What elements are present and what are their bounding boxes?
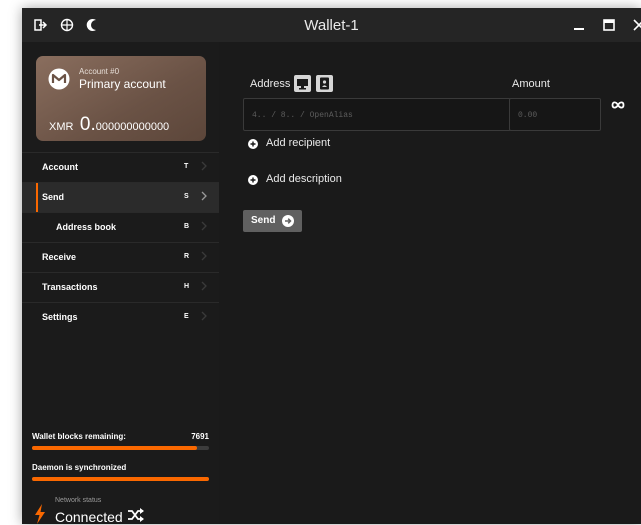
balance: XMR 0.000000000000 — [49, 114, 169, 136]
send-button[interactable]: Send — [243, 210, 302, 232]
sidebar-item-label: Transactions — [42, 282, 98, 292]
close-icon[interactable] — [630, 16, 641, 34]
account-name: Primary account — [79, 77, 166, 91]
amount-label: Amount — [512, 78, 550, 90]
shortcut-key: S — [184, 193, 189, 200]
sidebar-nav: Account T Send S Address book B Receive … — [22, 152, 219, 332]
add-circle-icon — [248, 139, 258, 149]
title-bar: Wallet-1 — [22, 8, 641, 42]
infinity-icon[interactable] — [611, 100, 625, 110]
amount-input[interactable]: 0.00 — [509, 98, 601, 131]
wallet-sync-progress-fill — [32, 446, 197, 450]
chevron-right-icon — [201, 161, 207, 171]
balance-decimal: 000000000000 — [95, 121, 170, 133]
chevron-right-icon — [201, 281, 207, 291]
send-panel: Address Amount 4.. / 8.. / OpenAlias 0.0… — [219, 42, 641, 524]
sidebar-item-label: Account — [42, 162, 78, 172]
balance-integer: 0. — [79, 114, 96, 135]
chevron-right-icon — [201, 251, 207, 261]
maximize-icon[interactable] — [600, 16, 618, 34]
desktop-qr-button[interactable] — [294, 75, 311, 92]
account-number: Account #0 — [79, 67, 120, 76]
sidebar-item-label: Settings — [42, 312, 78, 322]
account-card[interactable]: Account #0 Primary account XMR 0.0000000… — [36, 56, 206, 141]
add-recipient-link[interactable]: Add recipient — [266, 137, 330, 149]
shortcut-key: H — [184, 283, 190, 290]
sidebar-item-address-book[interactable]: Address book B — [22, 212, 219, 242]
chevron-right-icon — [201, 311, 207, 321]
sidebar-item-label: Send — [42, 192, 65, 202]
network-status-value: Connected — [55, 509, 123, 525]
sidebar-item-label: Address book — [56, 222, 117, 232]
shortcut-key: B — [184, 223, 190, 230]
sidebar-item-account[interactable]: Account T — [22, 152, 219, 182]
wallet-blocks-label: Wallet blocks remaining: — [32, 432, 126, 441]
add-circle-icon — [248, 175, 258, 185]
shortcut-key: R — [184, 253, 190, 260]
minimize-icon[interactable] — [570, 16, 588, 34]
sidebar-item-settings[interactable]: Settings E — [22, 302, 219, 332]
address-input[interactable]: 4.. / 8.. / OpenAlias — [243, 98, 511, 131]
sidebar-item-transactions[interactable]: Transactions H — [22, 272, 219, 302]
monitor-icon — [297, 79, 308, 90]
chevron-right-icon — [201, 221, 207, 231]
add-description-link[interactable]: Add description — [266, 173, 342, 185]
network-status-label: Network status — [55, 497, 102, 504]
arrow-right-circle-icon — [282, 215, 294, 227]
daemon-sync-progress-fill — [32, 477, 209, 481]
lightning-icon — [35, 504, 45, 524]
balance-currency: XMR — [49, 121, 74, 133]
sidebar-item-receive[interactable]: Receive R — [22, 242, 219, 272]
shuffle-icon[interactable] — [127, 508, 145, 522]
sidebar: Account #0 Primary account XMR 0.0000000… — [22, 42, 219, 525]
window-title: Wallet-1 — [304, 17, 359, 34]
contact-book-icon — [320, 77, 329, 90]
address-book-button[interactable] — [316, 75, 333, 92]
wallet-blocks-value: 7691 — [191, 432, 209, 441]
chevron-right-icon — [201, 191, 207, 201]
sidebar-item-label: Receive — [42, 252, 77, 262]
daemon-status-label: Daemon is synchronized — [32, 463, 127, 472]
wallet-window: Wallet-1 Account #0 Primary account XMR … — [22, 8, 641, 525]
monero-logo-icon — [48, 68, 70, 90]
send-button-label: Send — [251, 215, 276, 226]
wallet-blocks-row: Wallet blocks remaining: 7691 — [32, 432, 209, 441]
address-label: Address — [250, 78, 291, 90]
shortcut-key: E — [184, 313, 189, 320]
wallet-sync-progress — [32, 446, 209, 450]
shortcut-key: T — [184, 163, 189, 170]
daemon-sync-progress — [32, 477, 209, 481]
sidebar-item-send[interactable]: Send S — [22, 182, 219, 212]
